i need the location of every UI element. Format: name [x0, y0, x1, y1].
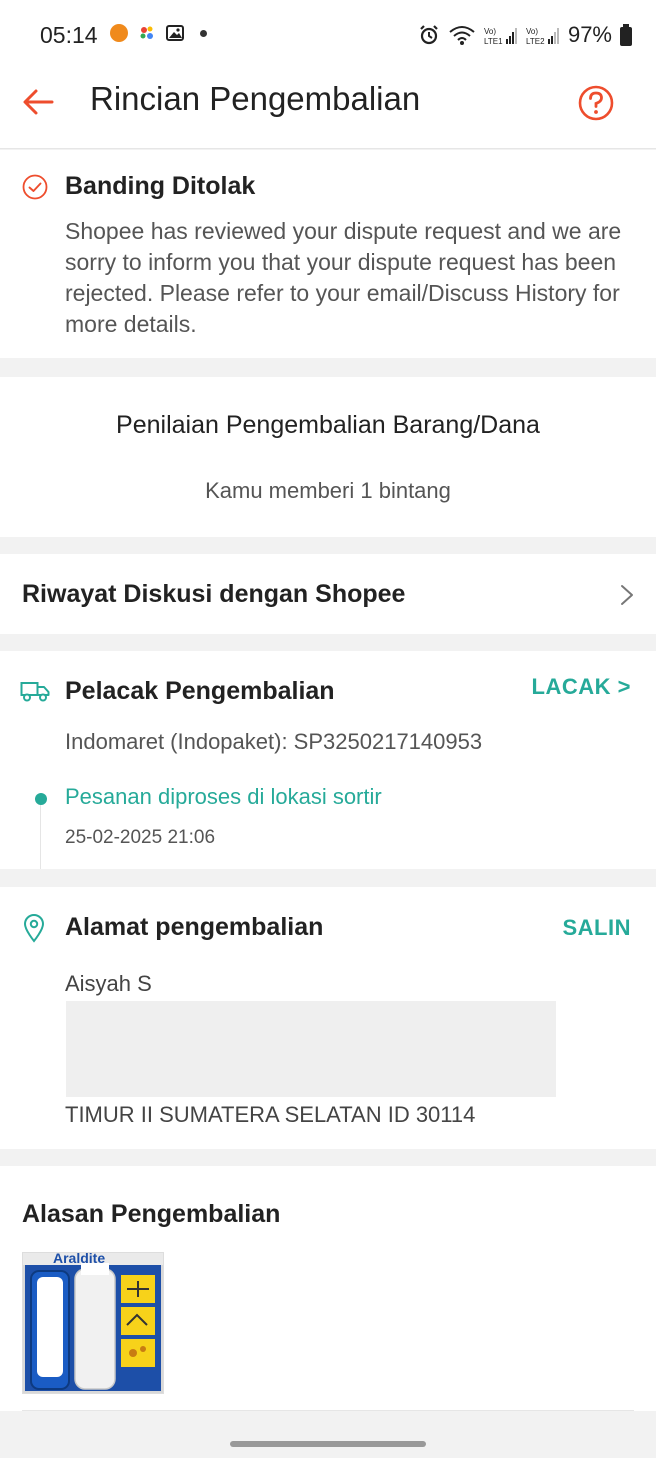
address-last-line: TIMUR II SUMATERA SELATAN ID 30114: [65, 1102, 476, 1127]
home-indicator[interactable]: [230, 1441, 426, 1447]
battery-percent: 97%: [567, 22, 612, 47]
tracking-latest-time: 25-02-2025 21:06: [65, 827, 216, 848]
app-notification-icon: [110, 24, 128, 42]
help-question-icon[interactable]: [577, 84, 615, 122]
return-address-card: Alamat pengembalian SALIN Aisyah S TIMUR…: [0, 887, 656, 1149]
product-photo-image: Araldite: [23, 1253, 163, 1393]
assistant-notification-icon: [140, 26, 153, 39]
location-pin-icon: [23, 914, 45, 943]
rating-title: Penilaian Pengembalian Barang/Dana: [116, 411, 540, 439]
status-title: Banding Ditolak: [65, 172, 256, 200]
status-description: Shopee has reviewed your dispute request…: [65, 218, 622, 337]
notification-icons: [110, 24, 207, 42]
reason-photo-thumbnail[interactable]: Araldite: [22, 1252, 164, 1394]
chevron-right-icon: [621, 585, 633, 605]
status-bar: 05:14 Vo) LTE1 Vo) LTE2 97%: [0, 0, 656, 72]
wifi-icon: [449, 26, 475, 45]
more-notifications-icon: [200, 29, 207, 37]
return-reason-card: Alasan Pengembalian Araldite: [0, 1166, 656, 1411]
discussion-history-row[interactable]: Riwayat Diskusi dengan Shopee: [0, 554, 656, 634]
return-tracking-card: Pelacak Pengembalian LACAK > Indomaret (…: [0, 651, 656, 869]
back-arrow-icon[interactable]: [20, 84, 56, 120]
tracking-latest-status: Pesanan diproses di lokasi sortir: [65, 784, 382, 809]
dispute-status-card: Banding Ditolak Shopee has reviewed your…: [0, 150, 656, 358]
signal-sim1-icon: Vo) LTE1: [484, 27, 517, 46]
courier-info: Indomaret (Indopaket): SP3250217140953: [65, 729, 483, 754]
rating-card: Penilaian Pengembalian Barang/Dana Kamu …: [0, 377, 656, 537]
svg-text:LTE2: LTE2: [526, 37, 545, 46]
page-title: Rincian Pengembalian: [90, 80, 421, 117]
timeline-dot: [35, 793, 47, 805]
svg-text:Vo): Vo): [484, 27, 496, 36]
copy-address-button[interactable]: SALIN: [563, 915, 632, 941]
svg-text:Vo): Vo): [526, 27, 538, 36]
track-button[interactable]: LACAK >: [532, 674, 631, 700]
gallery-notification-icon: [166, 25, 184, 41]
status-time: 05:14: [40, 22, 98, 48]
timeline-line: [40, 799, 41, 869]
signal-sim2-icon: Vo) LTE2: [526, 27, 559, 46]
divider: [22, 1410, 634, 1411]
alarm-icon: [420, 25, 438, 45]
app-bar: Rincian Pengembalian: [0, 72, 656, 149]
redacted-address: [66, 1001, 556, 1097]
recipient-name: Aisyah S: [65, 971, 152, 996]
address-title: Alamat pengembalian: [65, 913, 324, 941]
reason-title: Alasan Pengembalian: [22, 1200, 281, 1228]
system-icons: Vo) LTE1 Vo) LTE2 97%: [418, 22, 632, 48]
rating-summary: Kamu memberi 1 bintang: [205, 478, 451, 503]
tracking-title: Pelacak Pengembalian: [65, 677, 335, 705]
svg-text:LTE1: LTE1: [484, 37, 503, 46]
discussion-history-label: Riwayat Diskusi dengan Shopee: [22, 580, 406, 608]
check-circle-icon: [22, 174, 48, 200]
battery-icon: [620, 24, 632, 46]
truck-icon: [20, 682, 50, 702]
